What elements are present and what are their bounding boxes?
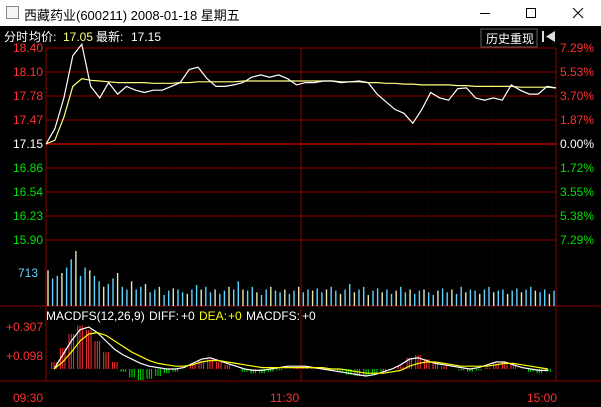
time-label-open: 09:30	[13, 391, 43, 405]
close-icon	[572, 7, 584, 19]
app-window: 西藏药业(600211) 2008-01-18 星期五 分时 均价: 17.05…	[0, 0, 601, 407]
latest-price-value: 17.15	[131, 30, 161, 44]
history-replay-button[interactable]: 历史重现	[480, 28, 538, 48]
latest-price-label: 最新:	[96, 29, 123, 44]
title-bar[interactable]: 西藏药业(600211) 2008-01-18 星期五	[0, 0, 601, 26]
price-label: 16.23	[13, 209, 43, 223]
price-label: 16.86	[13, 161, 43, 175]
volume-axis-label: 713	[18, 266, 38, 280]
percent-label: 5.38%	[560, 209, 594, 223]
price-label: 17.15	[13, 137, 43, 151]
macd-axis-mid: +0.098	[6, 349, 43, 363]
minimize-icon	[480, 13, 490, 14]
price-label: 18.40	[13, 41, 43, 55]
macd-title: MACDFS(12,26,9)	[46, 309, 145, 323]
percent-label: 5.53%	[560, 65, 594, 79]
percent-label: 3.70%	[560, 89, 594, 103]
macd-diff-value: +0	[181, 309, 195, 323]
percent-label: 0.00%	[560, 137, 594, 151]
window-title: 西藏药业(600211) 2008-01-18 星期五	[24, 8, 240, 23]
price-label: 17.78	[13, 89, 43, 103]
maximize-button[interactable]	[508, 0, 554, 26]
app-icon	[6, 6, 19, 19]
macdfs-label: MACDFS:	[246, 309, 300, 323]
close-button[interactable]	[555, 0, 601, 26]
time-label-noon: 11:30	[270, 391, 299, 405]
time-label-close: 15:00	[527, 391, 557, 405]
minimize-button[interactable]	[462, 0, 508, 26]
percent-label: 7.29%	[560, 41, 594, 55]
price-label: 18.10	[13, 65, 43, 79]
percent-label: 1.87%	[560, 113, 594, 127]
percent-label: 7.29%	[560, 233, 594, 247]
macd-dea-value: +0	[228, 309, 242, 323]
price-label: 15.90	[13, 233, 43, 247]
price-label: 16.54	[13, 185, 43, 199]
macd-axis-top: +0.307	[6, 320, 43, 334]
macdfs-value: +0	[302, 309, 316, 323]
avg-price-value: 17.05	[63, 30, 93, 44]
price-label: 17.47	[13, 113, 43, 127]
maximize-icon	[526, 8, 536, 18]
percent-label: 3.55%	[560, 185, 594, 199]
intraday-chart[interactable]: 分时 均价: 17.05 最新: 17.15 历史重现 18.40 7.29%18…	[0, 26, 601, 407]
history-replay-label: 历史重现	[486, 32, 534, 46]
percent-label: 1.72%	[560, 161, 594, 175]
macd-diff-label: DIFF:	[149, 309, 179, 323]
macd-dea-label: DEA:	[199, 309, 227, 323]
